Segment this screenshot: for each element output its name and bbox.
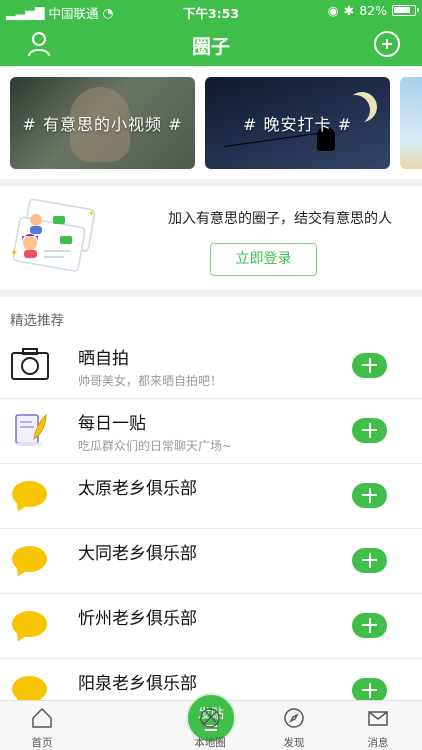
tab-label: 本地圈 — [194, 737, 226, 749]
status-right: ◉ ✱ 82% — [327, 3, 419, 18]
list-item[interactable]: 每日一贴 吃瓜群众们的日常聊天广场~ — [0, 399, 422, 464]
tab-label: 首页 — [31, 737, 53, 749]
circle-page: ▂▃▅▇ 中国联通 ◔ 下午3:53 ◉ ✱ 82% 圈子 # 有意思的小视频 — [0, 0, 422, 750]
banner-goodnight[interactable]: # 晚安打卡 # — [205, 77, 390, 169]
recommended-list: 精选推荐 晒自拍 帅哥美女，都来晒自拍吧！ 每日一贴 吃瓜群众们的日常聊天广场~ — [0, 297, 422, 724]
orientation-lock-icon: ◉ — [327, 3, 339, 18]
wire-illustration — [224, 132, 326, 166]
item-name: 太原老乡俱乐部 — [78, 479, 197, 499]
tab-post[interactable]: 发贴 — [84, 693, 236, 750]
mail-icon — [368, 711, 388, 726]
login-button[interactable]: 立即登录 — [210, 243, 317, 276]
item-name: 忻州老乡俱乐部 — [78, 609, 197, 629]
svg-text:✦: ✦ — [88, 209, 95, 218]
battery-percent: 82% — [359, 3, 387, 18]
home-icon — [32, 707, 52, 728]
banner-third[interactable] — [400, 77, 422, 169]
chat-bubble-icon — [12, 676, 47, 702]
tab-local-circle[interactable]: 本地圈 — [168, 701, 252, 750]
list-item[interactable]: 大同老乡俱乐部 — [0, 529, 422, 594]
add-circle-button[interactable] — [374, 31, 400, 57]
camera-icon — [11, 348, 49, 380]
app-header: ▂▃▅▇ 中国联通 ◔ 下午3:53 ◉ ✱ 82% 圈子 — [0, 0, 422, 66]
chat-bubble-icon — [12, 546, 47, 572]
compass-icon — [284, 708, 304, 728]
list-item[interactable]: 太原老乡俱乐部 — [0, 464, 422, 529]
list-item[interactable]: 晒自拍 帅哥美女，都来晒自拍吧！ — [0, 334, 422, 399]
join-button[interactable] — [352, 353, 387, 378]
join-button[interactable] — [352, 548, 387, 573]
join-button[interactable] — [352, 613, 387, 638]
banner-video-label: # 有意思的小视频 # — [22, 115, 183, 134]
item-name: 大同老乡俱乐部 — [78, 544, 197, 564]
chat-bubble-icon — [12, 481, 47, 507]
join-button[interactable] — [352, 418, 387, 443]
battery-icon — [392, 5, 419, 16]
tab-label: 消息 — [367, 737, 389, 749]
svg-text:✦: ✦ — [10, 248, 18, 259]
banner-goodnight-label: # 晚安打卡 # — [243, 115, 352, 134]
item-desc: 帅哥美女，都来晒自拍吧！ — [78, 374, 223, 388]
banner-carousel[interactable]: # 有意思的小视频 # # 晚安打卡 # — [0, 66, 422, 179]
item-name: 每日一贴 — [78, 414, 146, 434]
join-slogan: 加入有意思的圈子，结交有意思的人 — [168, 211, 392, 227]
item-name: 阳泉老乡俱乐部 — [78, 674, 197, 694]
tab-home[interactable]: 首页 — [0, 701, 84, 750]
banner-video[interactable]: # 有意思的小视频 # — [10, 77, 195, 169]
page-title: 圈子 — [191, 36, 230, 58]
section-title: 精选推荐 — [10, 313, 64, 329]
join-card: ✦ ✦ 加入有意思的圈子，结交有意思的人 立即登录 — [0, 186, 422, 290]
bluetooth-icon: ✱ — [343, 3, 355, 18]
note-feather-icon — [14, 413, 47, 446]
profile-cards-illustration: ✦✦ — [10, 198, 96, 272]
tab-label: 发现 — [283, 737, 305, 749]
chat-bubble-icon — [12, 611, 47, 637]
tab-messages[interactable]: 消息 — [336, 701, 420, 750]
bottom-tab-bar: 首页 发贴 本地圈 发现 消息 — [0, 693, 422, 750]
join-button[interactable] — [352, 483, 387, 508]
item-desc: 吃瓜群众们的日常聊天广场~ — [78, 439, 233, 453]
status-bar: ▂▃▅▇ 中国联通 ◔ 下午3:53 ◉ ✱ 82% — [0, 0, 422, 22]
tab-discover[interactable]: 发现 — [252, 701, 336, 750]
local-circle-icon — [200, 708, 220, 728]
item-name: 晒自拍 — [78, 349, 129, 369]
list-item[interactable]: 忻州老乡俱乐部 — [0, 594, 422, 659]
nav-bar: 圈子 — [0, 22, 422, 66]
